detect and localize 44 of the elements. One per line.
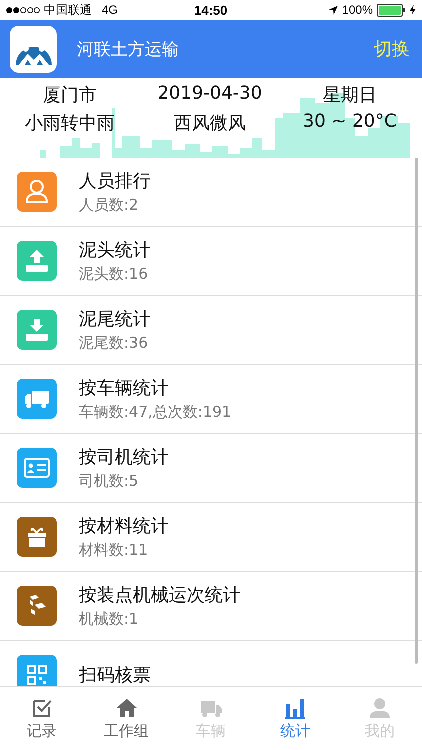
location-icon — [329, 6, 338, 14]
stats-item[interactable]: 按司机统计 司机数:5 — [0, 433, 422, 502]
city-name: 厦门市 — [42, 84, 98, 107]
item-title: 扫码核票 — [79, 664, 151, 686]
stats-item[interactable]: 人员排行 人员数:2 — [0, 158, 422, 226]
item-count: 材料数:11 — [79, 541, 150, 560]
item-title: 按司机统计 — [79, 446, 169, 469]
weekday: 星期日 — [322, 84, 378, 107]
stats-item[interactable]: 按车辆统计 车辆数:47,总次数:191 — [0, 364, 422, 433]
carrier-name: 中国联通 — [44, 2, 92, 18]
signal-icon — [6, 6, 40, 14]
item-count: 泥尾数:36 — [79, 334, 150, 353]
home-icon — [114, 696, 139, 720]
network-type: 4G — [102, 3, 118, 17]
stats-item[interactable]: 泥尾统计 泥尾数:36 — [0, 295, 422, 364]
item-count: 车辆数:47,总次数:191 — [79, 403, 232, 422]
bar-chart-icon — [283, 696, 308, 720]
app-title: 河联土方运输 — [77, 38, 180, 60]
tab[interactable]: 工作组 — [84, 687, 169, 750]
stats-item[interactable]: 按装点机械运次统计 机械数:1 — [0, 571, 422, 640]
stats-item[interactable]: 按材料统计 材料数:11 — [0, 502, 422, 571]
battery-percent: 100% — [342, 3, 373, 17]
item-count: 机械数:1 — [79, 610, 140, 629]
app-logo — [10, 26, 57, 72]
clock-time: 14:50 — [194, 2, 228, 18]
item-title: 按车辆统计 — [79, 377, 170, 400]
battery-icon — [377, 4, 406, 16]
charging-icon — [410, 5, 416, 15]
weather-date: 2019-04-30 — [156, 83, 264, 106]
wind-info: 西风微风 — [173, 112, 247, 135]
item-count: 泥头数:16 — [79, 265, 150, 284]
item-title: 人员排行 — [79, 170, 151, 193]
tab[interactable]: 记录 — [0, 687, 84, 750]
temperature-range: 30 ~ 20°C — [302, 111, 398, 134]
person-icon — [368, 696, 392, 720]
item-count: 司机数:5 — [79, 472, 140, 491]
item-title: 按材料统计 — [79, 515, 169, 538]
weather-condition: 小雨转中雨 — [24, 112, 116, 135]
item-count: 人员数:2 — [79, 196, 140, 215]
item-title: 按装点机械运次统计 — [79, 584, 241, 607]
stats-item[interactable]: 泥头统计 泥头数:16 — [0, 226, 422, 295]
item-title: 泥头统计 — [79, 239, 151, 262]
tab[interactable]: 统计 — [253, 687, 338, 750]
item-title: 泥尾统计 — [79, 308, 151, 331]
